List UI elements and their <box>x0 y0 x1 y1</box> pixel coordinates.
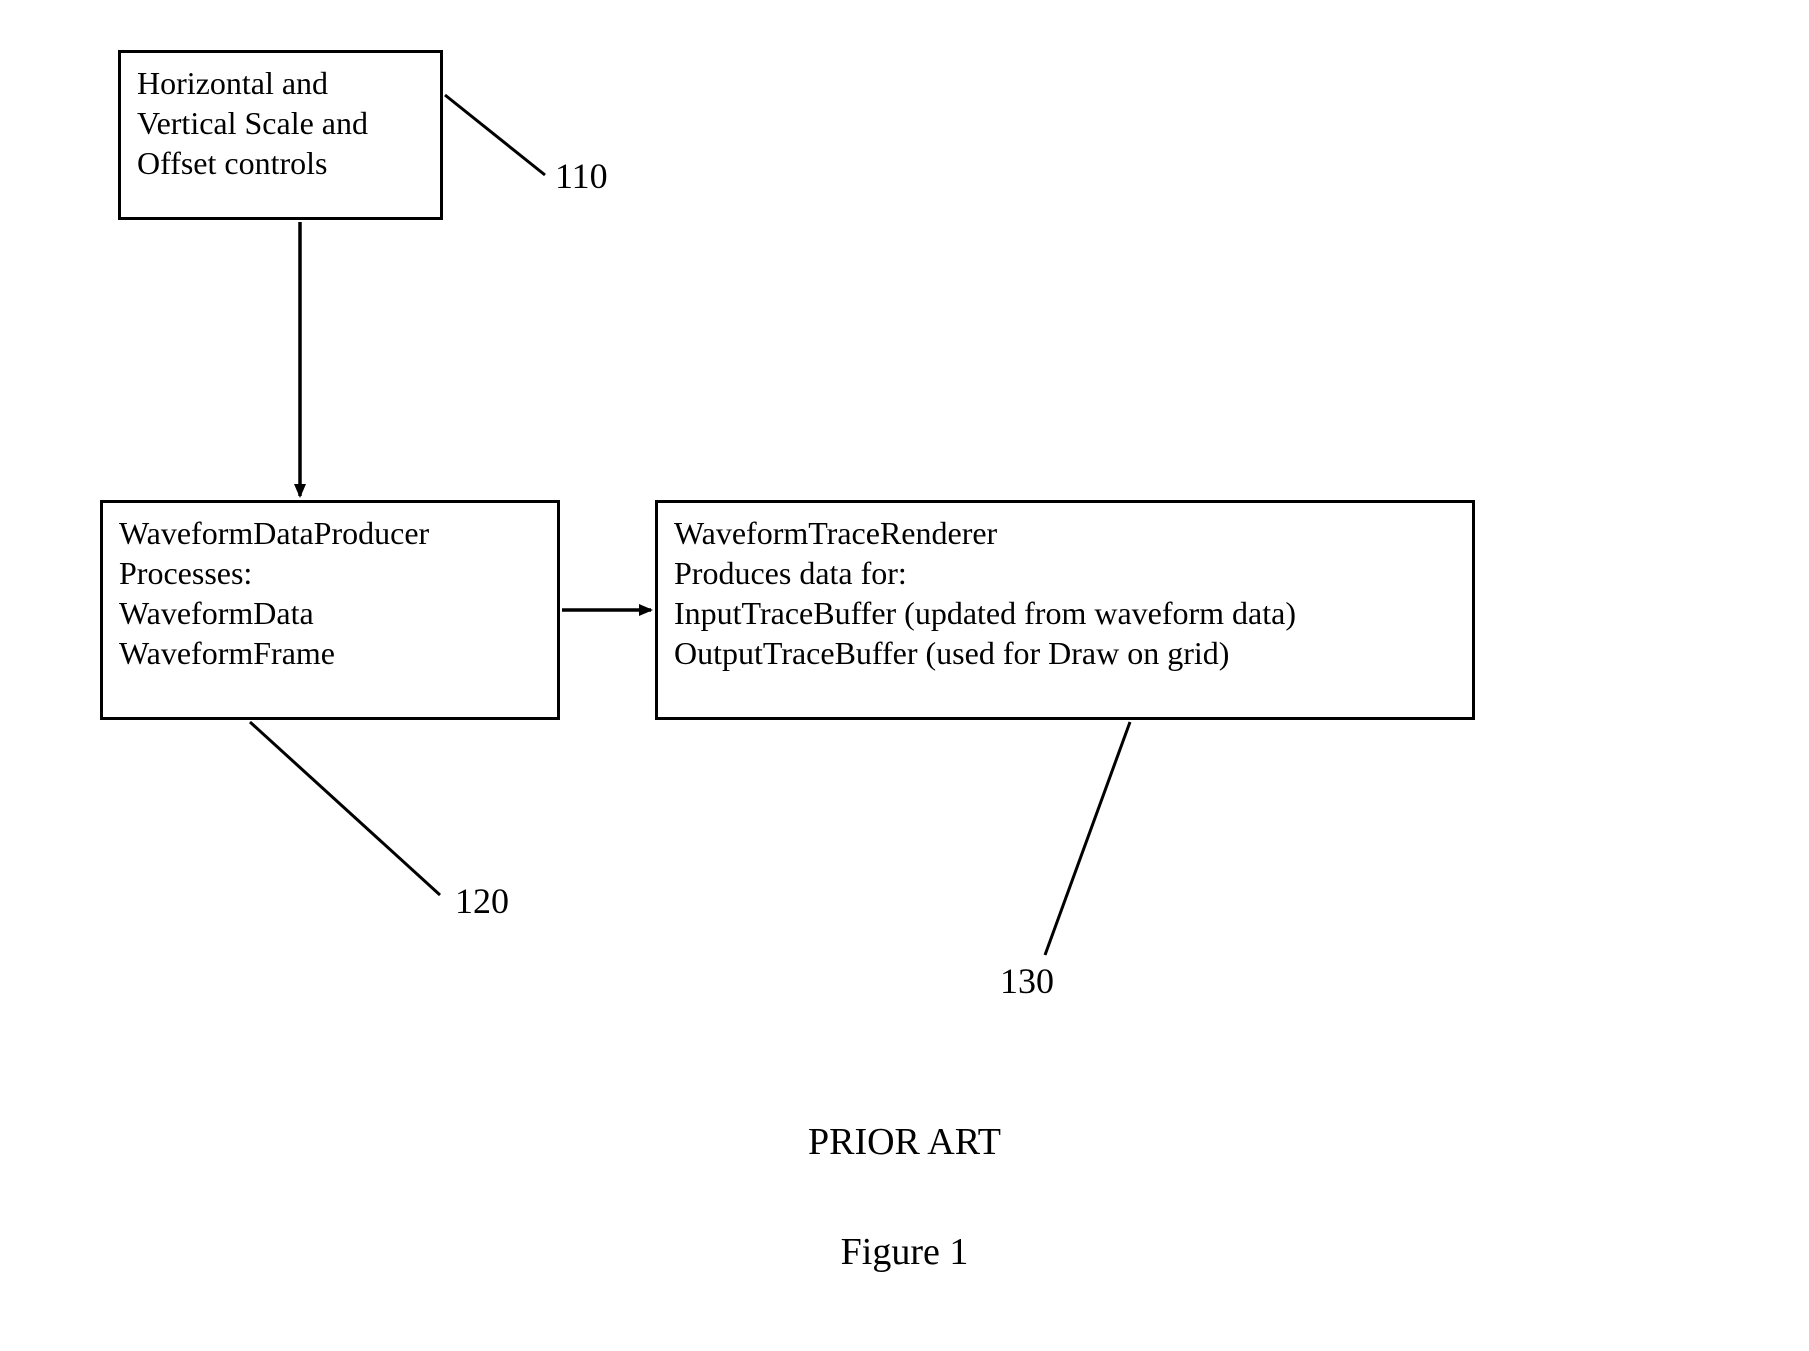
box-controls-line3: Offset controls <box>137 143 424 183</box>
box-renderer-line3: InputTraceBuffer (updated from waveform … <box>674 593 1456 633</box>
box-controls-line2: Vertical Scale and <box>137 103 424 143</box>
box-renderer-line4: OutputTraceBuffer (used for Draw on grid… <box>674 633 1456 673</box>
caption-prior-art: PRIOR ART <box>0 1120 1809 1164</box>
box-controls: Horizontal and Vertical Scale and Offset… <box>118 50 443 220</box>
caption-figure: Figure 1 <box>0 1230 1809 1274</box>
diagram-stage: Horizontal and Vertical Scale and Offset… <box>0 0 1809 1351</box>
label-renderer-ref: 130 <box>1000 960 1054 1002</box>
leader-130 <box>1045 722 1130 955</box>
label-controls-ref: 110 <box>555 155 608 197</box>
label-producer-ref: 120 <box>455 880 509 922</box>
box-producer-line4: WaveformFrame <box>119 633 541 673</box>
leader-110 <box>445 95 545 175</box>
box-producer-line3: WaveformData <box>119 593 541 633</box>
box-producer-line1: WaveformDataProducer <box>119 513 541 553</box>
box-renderer-line1: WaveformTraceRenderer <box>674 513 1456 553</box>
box-renderer: WaveformTraceRenderer Produces data for:… <box>655 500 1475 720</box>
box-controls-line1: Horizontal and <box>137 63 424 103</box>
box-producer: WaveformDataProducer Processes: Waveform… <box>100 500 560 720</box>
box-producer-line2: Processes: <box>119 553 541 593</box>
leader-120 <box>250 722 440 895</box>
box-renderer-line2: Produces data for: <box>674 553 1456 593</box>
